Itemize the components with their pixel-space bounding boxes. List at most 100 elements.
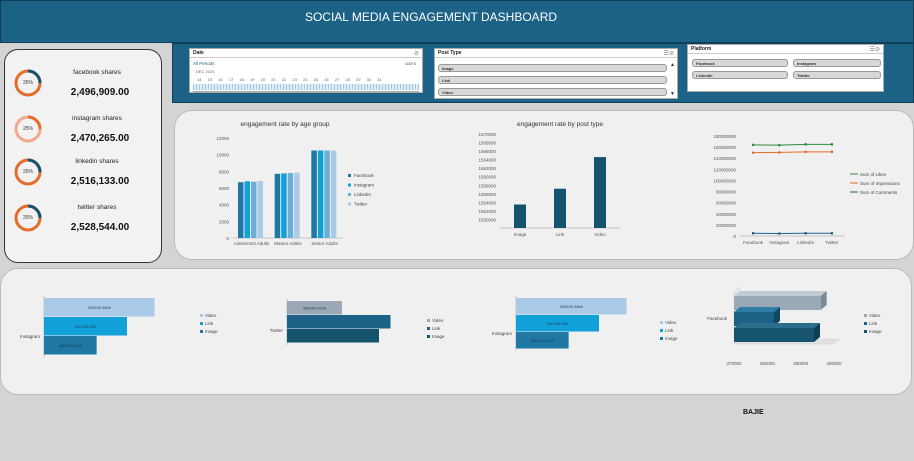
timeline-day[interactable]: 23 bbox=[289, 77, 300, 82]
timeline-day[interactable]: 24 bbox=[300, 77, 311, 82]
engagement-metrics-chart[interactable]: 0 20000000 40000000 60000000 80000000 1000000… bbox=[700, 116, 900, 256]
y-tick-label: 1564000 bbox=[478, 158, 496, 163]
kpi-label: linkedin shares bbox=[75, 158, 119, 165]
timeline-unit-selector[interactable]: DAYS bbox=[405, 61, 416, 66]
data-point bbox=[804, 143, 807, 146]
x-tick-label: Senior Adults bbox=[311, 241, 338, 246]
y-tick-label: 140000000 bbox=[713, 156, 736, 161]
timeline-day[interactable]: 28 bbox=[342, 77, 353, 82]
data-label: 393590.4866 bbox=[88, 305, 112, 310]
timeline-day[interactable]: 17 bbox=[226, 77, 237, 82]
bar bbox=[311, 150, 317, 238]
timeline-day[interactable]: 29 bbox=[353, 77, 364, 82]
platform-item-facebook[interactable]: Facebook bbox=[692, 59, 788, 67]
timeline-track[interactable] bbox=[193, 84, 419, 90]
legend-label: Video bbox=[665, 320, 677, 325]
y-tick-label: 1556000 bbox=[478, 192, 496, 197]
y-tick-label: 100000000 bbox=[713, 178, 736, 183]
timeline-day[interactable]: 26 bbox=[321, 77, 332, 82]
y-tick-label: 1570000 bbox=[478, 132, 496, 137]
kpi-value: 2,470,265.00 bbox=[70, 133, 130, 144]
all-periods-label[interactable]: All Periods bbox=[193, 61, 215, 66]
series-line bbox=[753, 151, 832, 154]
timeline-day[interactable]: 19 bbox=[247, 77, 258, 82]
timeline-day[interactable]: 14 bbox=[194, 77, 205, 82]
y-tick-label: 0 bbox=[733, 234, 736, 239]
platform-item-linkedin[interactable]: LinkedIn bbox=[692, 71, 788, 79]
instagram-post-type-chart-2[interactable]: Instagram 393590.4866 Video 390205.000 Link 3… bbox=[483, 277, 683, 387]
bar bbox=[274, 173, 281, 238]
legend-swatch bbox=[864, 330, 867, 333]
facebook-post-type-3d-chart[interactable]: Facebook Video Link Image 370000 380000 390000… bbox=[701, 274, 906, 389]
post-type-item-image[interactable]: Image bbox=[438, 64, 667, 72]
y-tick-label: 12000 bbox=[216, 136, 229, 141]
y-tick-label: 160000000 bbox=[713, 145, 736, 150]
age-group-chart[interactable]: engagement rate by age group 0 2000 4000 600… bbox=[195, 116, 395, 256]
kpi-pct: 25% bbox=[22, 126, 33, 132]
category-label: Twitter bbox=[270, 328, 284, 333]
date-slicer-title: Date bbox=[190, 49, 422, 58]
timeline-day[interactable]: 21 bbox=[268, 77, 279, 82]
timeline-day[interactable]: 31 bbox=[374, 77, 385, 82]
timeline-day[interactable]: 20 bbox=[258, 77, 269, 82]
legend-swatch bbox=[660, 321, 663, 324]
legend-swatch bbox=[864, 314, 867, 317]
data-point bbox=[778, 232, 781, 235]
timeline-day[interactable]: 18 bbox=[236, 77, 247, 82]
post-type-chart[interactable]: engagement rate by post type 1550000 15520… bbox=[460, 116, 640, 256]
filter-clear-icon[interactable]: ⊘ bbox=[414, 50, 419, 57]
timeline-day[interactable]: 16 bbox=[215, 77, 226, 82]
kpi-pct: 25% bbox=[22, 215, 33, 221]
dashboard-header: SOCIAL MEDIA ENGAGEMENT DASHBOARD bbox=[0, 0, 914, 43]
platform-slicer-title: Platform bbox=[688, 45, 883, 54]
legend-label: Image bbox=[205, 329, 218, 334]
date-timeline-slicer[interactable]: Date ⊘ All Periods DAYS DEC 2024 14 15 16 1… bbox=[189, 48, 423, 93]
instagram-post-type-chart[interactable]: Instagram 393590.4866 Video 390205.000 Link 3… bbox=[11, 277, 236, 387]
category-label: Instagram bbox=[20, 334, 40, 339]
x-tick-label: Link bbox=[556, 232, 565, 237]
bar bbox=[317, 150, 324, 238]
category-label: Instagram bbox=[492, 331, 512, 336]
lower-charts-panel: Instagram 393590.4866 Video 390205.000 Link 3… bbox=[0, 268, 912, 395]
y-tick-label: 80000000 bbox=[716, 190, 737, 195]
x-tick-label: 390000 bbox=[793, 361, 809, 366]
legend-label: Video bbox=[869, 313, 881, 318]
timeline-day[interactable]: 30 bbox=[364, 77, 375, 82]
legend-label: Image bbox=[665, 336, 678, 341]
x-tick-label: LinkedIn bbox=[797, 240, 815, 245]
twitter-post-type-chart[interactable]: Twitter 389560.0018 Video Link Image bbox=[259, 277, 469, 387]
y-tick-label: 40000000 bbox=[716, 212, 737, 217]
timeline-month-label: DEC 2024 bbox=[196, 69, 215, 74]
x-tick-label: 400000 bbox=[826, 361, 842, 366]
y-tick-label: 2000 bbox=[219, 219, 230, 224]
legend-swatch bbox=[348, 174, 351, 177]
timeline-day[interactable]: 27 bbox=[332, 77, 343, 82]
data-point bbox=[830, 231, 834, 235]
timeline-day[interactable]: 25 bbox=[311, 77, 322, 82]
x-tick-label: 380000 bbox=[760, 361, 776, 366]
timeline-scrollbar[interactable] bbox=[193, 91, 419, 93]
data-label: 386469.0000 bbox=[59, 343, 83, 348]
legend-label: LinkedIn bbox=[354, 192, 372, 197]
platform-slicer[interactable]: Platform ☰⊘ Facebook Instagram LinkedIn … bbox=[687, 44, 884, 92]
legend-label: Sum of Impressions bbox=[860, 181, 900, 186]
filter-clear-icon[interactable]: ☰⊘ bbox=[664, 50, 674, 57]
post-type-item-link[interactable]: Link bbox=[438, 76, 667, 84]
kpi-facebook-shares: 25% facebook shares 2,496,909.00 bbox=[5, 64, 163, 104]
bar bbox=[281, 173, 287, 238]
timeline-day[interactable]: 22 bbox=[279, 77, 290, 82]
scroll-up-icon[interactable]: ▲ bbox=[670, 62, 675, 68]
filter-clear-icon[interactable]: ☰⊘ bbox=[870, 46, 880, 53]
chart-title: engagement rate by age group bbox=[241, 121, 330, 128]
post-type-slicer[interactable]: Post Type ☰⊘ Image Link Video ▲ ▼ bbox=[434, 48, 678, 99]
timeline-day[interactable]: 15 bbox=[205, 77, 216, 82]
platform-item-instagram[interactable]: Instagram bbox=[793, 59, 881, 67]
platform-item-twitter[interactable]: Twitter bbox=[793, 71, 881, 79]
y-tick-label: 1550000 bbox=[478, 217, 496, 222]
y-tick-label: 1554000 bbox=[478, 200, 496, 205]
legend-label: Image bbox=[869, 329, 882, 334]
post-type-item-video[interactable]: Video bbox=[438, 88, 667, 96]
author-label: BAJIE bbox=[743, 409, 764, 416]
scroll-down-icon[interactable]: ▼ bbox=[670, 91, 675, 97]
slicer-band: Date ⊘ All Periods DAYS DEC 2024 14 15 16 1… bbox=[172, 43, 914, 103]
